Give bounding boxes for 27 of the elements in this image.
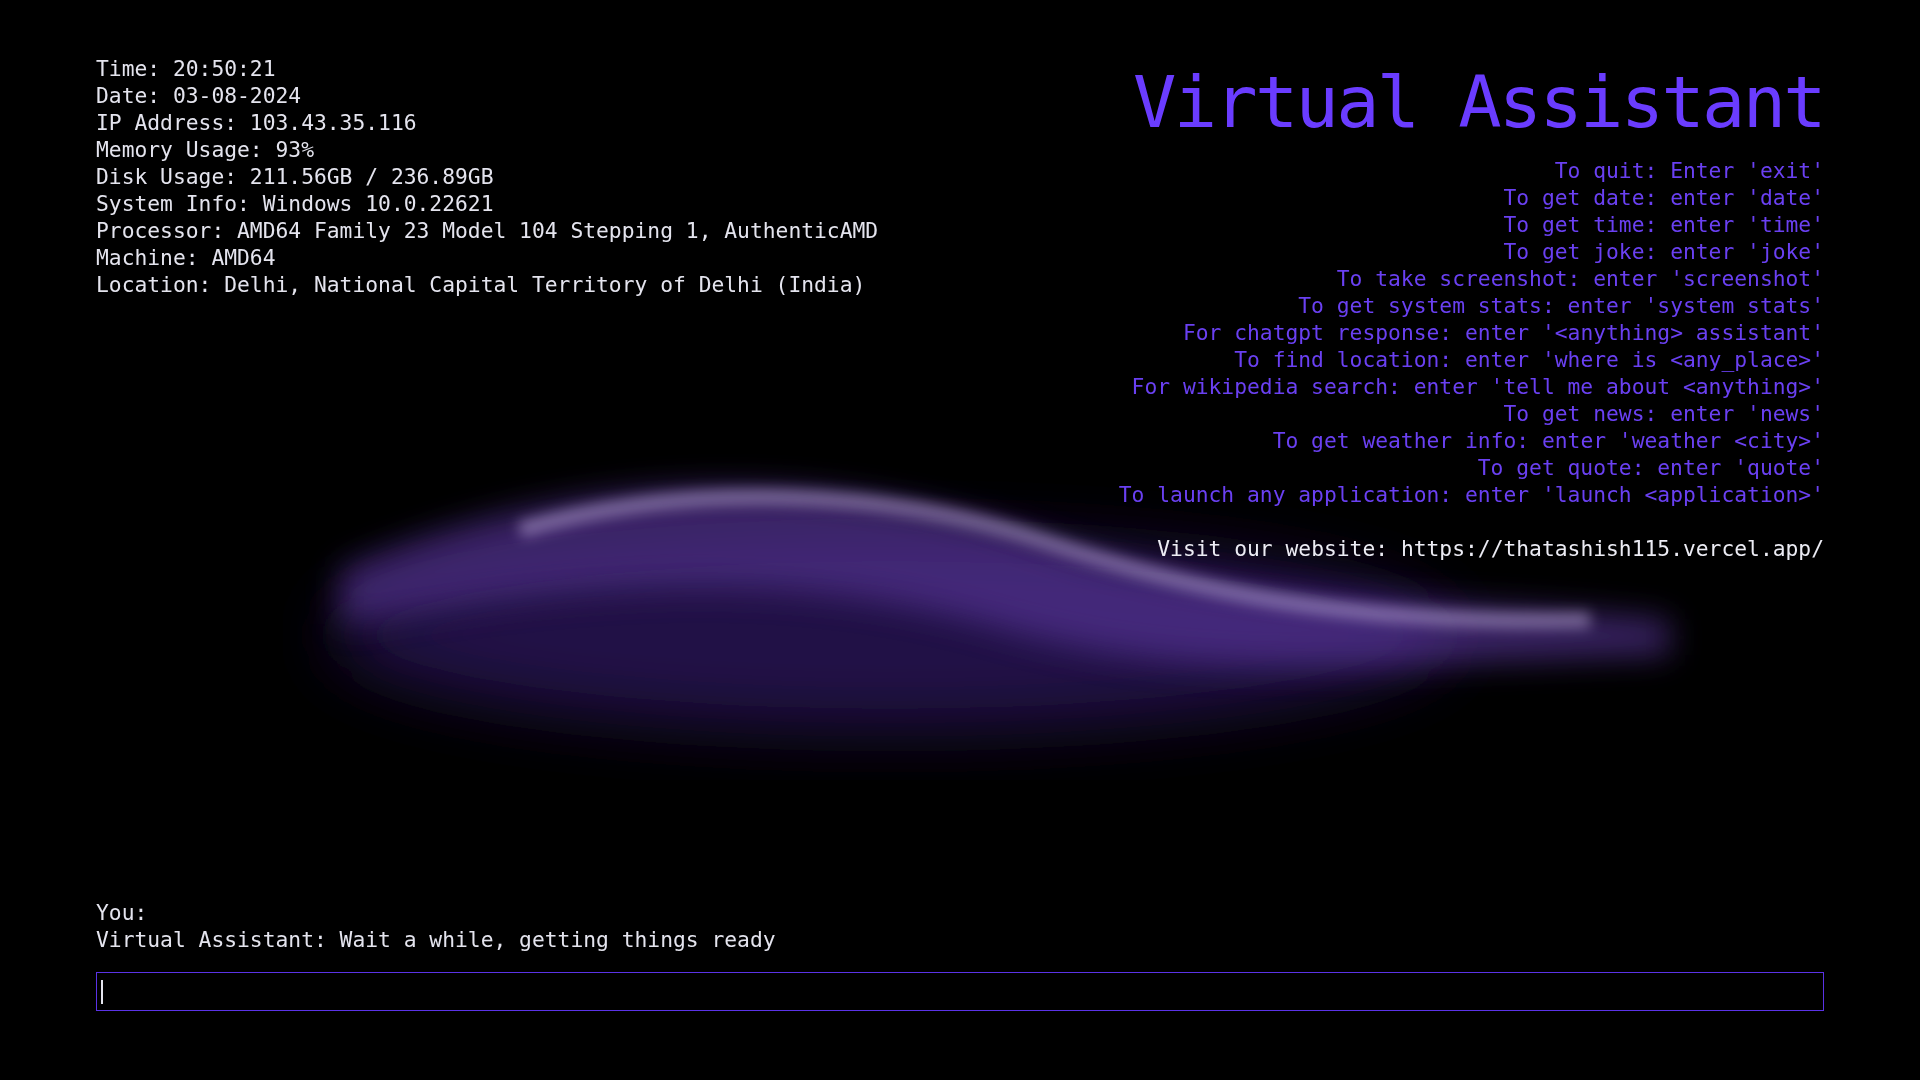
- command-hint: For chatgpt response: enter '<anything> assistant': [1182, 319, 1824, 346]
- command-hint: To get system stats: enter 'system stats': [1298, 292, 1824, 319]
- website-line: Visit our website: https://thatashish115.vercel.app/: [1157, 535, 1824, 562]
- system-info-line: System Info: Windows 10.0.22621: [96, 190, 495, 217]
- system-info-line: Location: Delhi, National Capital Territory of Delhi (India): [96, 271, 867, 298]
- command-hint: For wikipedia search: enter 'tell me about <anything>': [1131, 373, 1824, 400]
- command-hint: To take screenshot: enter 'screenshot': [1336, 265, 1824, 292]
- command-hint: To get joke: enter 'joke': [1503, 238, 1824, 265]
- command-hint: To quit: Enter 'exit': [1554, 157, 1824, 184]
- command-hint: To launch any application: enter 'launch <application>': [1118, 481, 1824, 508]
- command-hint: To find location: enter 'where is <any_place>': [1234, 346, 1824, 373]
- system-info-line: Machine: AMD64: [96, 244, 277, 271]
- command-hint: To get date: enter 'date': [1503, 184, 1824, 211]
- command-hint: To get news: enter 'news': [1503, 400, 1824, 427]
- command-hint: To get time: enter 'time': [1503, 211, 1824, 238]
- console-line: You:: [96, 899, 149, 926]
- system-info-line: Disk Usage: 211.56GB / 236.89GB: [96, 163, 495, 190]
- command-hint: To get quote: enter 'quote': [1477, 454, 1824, 481]
- command-hint: To get weather info: enter 'weather <city>': [1272, 427, 1824, 454]
- system-info-line: Memory Usage: 93%: [96, 136, 315, 163]
- system-info-line: IP Address: 103.43.35.116: [96, 109, 418, 136]
- command-input-field[interactable]: [96, 972, 1824, 1011]
- system-info-line: Time: 20:50:21: [96, 55, 277, 82]
- system-info-line: Date: 03-08-2024: [96, 82, 303, 109]
- app-title: Virtual Assistant: [1133, 62, 1824, 142]
- system-info-line: Processor: AMD64 Family 23 Model 104 Stepping 1, AuthenticAMD: [96, 217, 879, 244]
- console-line: Virtual Assistant: Wait a while, getting things ready: [96, 926, 777, 953]
